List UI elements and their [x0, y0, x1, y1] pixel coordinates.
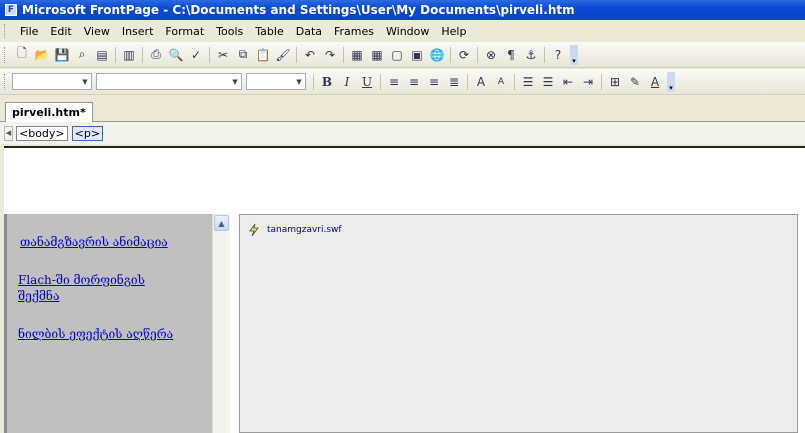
new-page-icon[interactable]: 🗋 [14, 46, 30, 63]
separator [380, 73, 381, 90]
decrease-font-icon[interactable]: A [493, 74, 509, 90]
print-icon[interactable]: ⎙ [148, 47, 164, 63]
italic-button[interactable]: I [339, 74, 355, 90]
menu-help[interactable]: Help [435, 23, 472, 40]
separator [601, 73, 602, 90]
separator [142, 46, 143, 63]
chevron-down-icon: ▼ [82, 77, 88, 86]
underline-button[interactable]: U [359, 74, 375, 90]
increase-indent-icon[interactable]: ⇥ [580, 74, 596, 90]
chevron-left-icon[interactable]: ◀ [4, 125, 13, 141]
redo-icon[interactable]: ↷ [322, 47, 338, 63]
toolbar-grip[interactable] [4, 73, 8, 90]
menu-insert[interactable]: Insert [116, 23, 160, 40]
menubar-grip[interactable] [4, 24, 8, 38]
separator [514, 73, 515, 90]
style-dropdown[interactable]: ▼ [12, 73, 92, 90]
menu-edit[interactable]: Edit [44, 23, 77, 40]
open-icon[interactable]: 📂 [34, 47, 50, 63]
font-color-icon[interactable]: A [647, 74, 663, 90]
toolbar-options-icon[interactable]: ▾ [667, 71, 675, 92]
swf-object[interactable]: tanamgzavri.swf [247, 223, 342, 237]
show-all-icon[interactable]: ¶ [503, 47, 519, 63]
window-title: Microsoft FrontPage - C:\Documents and S… [22, 3, 575, 17]
tab-pirveli[interactable]: pirveli.htm* [5, 102, 93, 122]
align-left-icon[interactable]: ≡ [386, 74, 402, 90]
insert-layer-icon[interactable]: ▢ [389, 47, 405, 63]
menu-format[interactable]: Format [159, 23, 210, 40]
numbering-icon[interactable]: ☰ [520, 74, 536, 90]
justify-icon[interactable]: ≣ [446, 74, 462, 90]
tag-body[interactable]: <body> [16, 125, 68, 141]
separator [467, 73, 468, 90]
swf-filename: tanamgzavri.swf [267, 225, 342, 235]
separator [115, 46, 116, 63]
toggle-pane-icon[interactable]: ▥ [121, 47, 137, 63]
frontpage-app-icon[interactable]: F [5, 4, 17, 16]
format-painter-icon[interactable]: 🖌 [275, 47, 291, 63]
save-icon[interactable]: 💾 [54, 47, 70, 63]
tag-p[interactable]: <p> [71, 125, 104, 141]
align-right-icon[interactable]: ≡ [426, 74, 442, 90]
link-mask-effect[interactable]: ნილბის ეფექტის აღწერა [18, 326, 173, 342]
menu-data[interactable]: Data [290, 23, 328, 40]
link-satellite-animation[interactable]: თანამგზავრის ანიმაცია [20, 234, 168, 250]
refresh-icon[interactable]: ⟳ [456, 47, 472, 63]
menu-window[interactable]: Window [380, 23, 435, 40]
separator [296, 46, 297, 63]
copy-icon[interactable]: ⧉ [235, 47, 251, 63]
help-icon[interactable]: ? [550, 47, 566, 63]
spelling-icon[interactable]: ✓ [188, 47, 204, 63]
toolbar-options-icon[interactable]: ▾ [570, 44, 578, 65]
separator [544, 46, 545, 63]
flash-bolt-icon [249, 223, 259, 237]
menu-file[interactable]: File [14, 23, 44, 40]
insert-picture-icon[interactable]: ▣ [409, 47, 425, 63]
chevron-down-icon: ▼ [296, 77, 302, 86]
bullets-icon[interactable]: ☰ [540, 74, 556, 90]
scroll-up-icon[interactable]: ▲ [214, 215, 229, 231]
document-tab-strip: pirveli.htm* [0, 100, 805, 122]
search-icon[interactable]: ⌕ [74, 47, 90, 63]
web-component-icon[interactable]: ▦ [349, 47, 365, 63]
chevron-down-icon: ▼ [232, 77, 238, 86]
link-flash-morphing[interactable]: Flach-ში მორფინგის შექმნა [18, 272, 168, 304]
align-center-icon[interactable]: ≡ [406, 74, 422, 90]
print-preview-icon[interactable]: 🔍 [168, 47, 184, 63]
paste-icon[interactable]: 📋 [255, 47, 271, 63]
size-dropdown[interactable]: ▼ [246, 73, 306, 90]
right-frame[interactable]: tanamgzavri.swf [239, 214, 798, 433]
toolbar-grip[interactable] [4, 46, 8, 63]
standard-toolbar: 🗋 📂 💾 ⌕ ▤ ▥ ⎙ 🔍 ✓ ✂ ⧉ 📋 🖌 ↶ ↷ ▦ ▦ ▢ ▣ 🌐 … [0, 42, 805, 68]
font-dropdown[interactable]: ▼ [96, 73, 242, 90]
separator [477, 46, 478, 63]
separator [313, 73, 314, 90]
menu-view[interactable]: View [78, 23, 116, 40]
cut-icon[interactable]: ✂ [215, 47, 231, 63]
stop-icon[interactable]: ⊗ [483, 47, 499, 63]
left-frame[interactable]: თანამგზავრის ანიმაცია Flach-ში მორფინგის… [4, 214, 212, 433]
formatting-toolbar: ▼ ▼ ▼ B I U ≡ ≡ ≡ ≣ A A ☰ ☰ ⇤ ⇥ ⊞ ✎ A ▾ [0, 69, 805, 95]
increase-font-icon[interactable]: A [473, 74, 489, 90]
borders-icon[interactable]: ⊞ [607, 74, 623, 90]
menu-bar: File Edit View Insert Format Tools Table… [0, 20, 805, 42]
hyperlink-icon[interactable]: 🌐 [429, 47, 445, 63]
insert-table-icon[interactable]: ▦ [369, 47, 385, 63]
separator [209, 46, 210, 63]
separator [343, 46, 344, 63]
decrease-indent-icon[interactable]: ⇤ [560, 74, 576, 90]
menu-table[interactable]: Table [249, 23, 289, 40]
publish-icon[interactable]: ▤ [94, 47, 110, 63]
menu-frames[interactable]: Frames [328, 23, 380, 40]
title-bar: F Microsoft FrontPage - C:\Documents and… [0, 0, 805, 20]
menu-tools[interactable]: Tools [210, 23, 249, 40]
highlight-icon[interactable]: ✎ [627, 74, 643, 90]
undo-icon[interactable]: ↶ [302, 47, 318, 63]
quick-tag-selector: ◀ <body> <p> [0, 122, 805, 144]
bold-button[interactable]: B [319, 74, 335, 90]
separator [450, 46, 451, 63]
left-frame-scrollbar[interactable]: ▲ [212, 214, 230, 433]
anchor-icon[interactable]: ⚓ [523, 47, 539, 63]
frame-divider [230, 214, 239, 433]
